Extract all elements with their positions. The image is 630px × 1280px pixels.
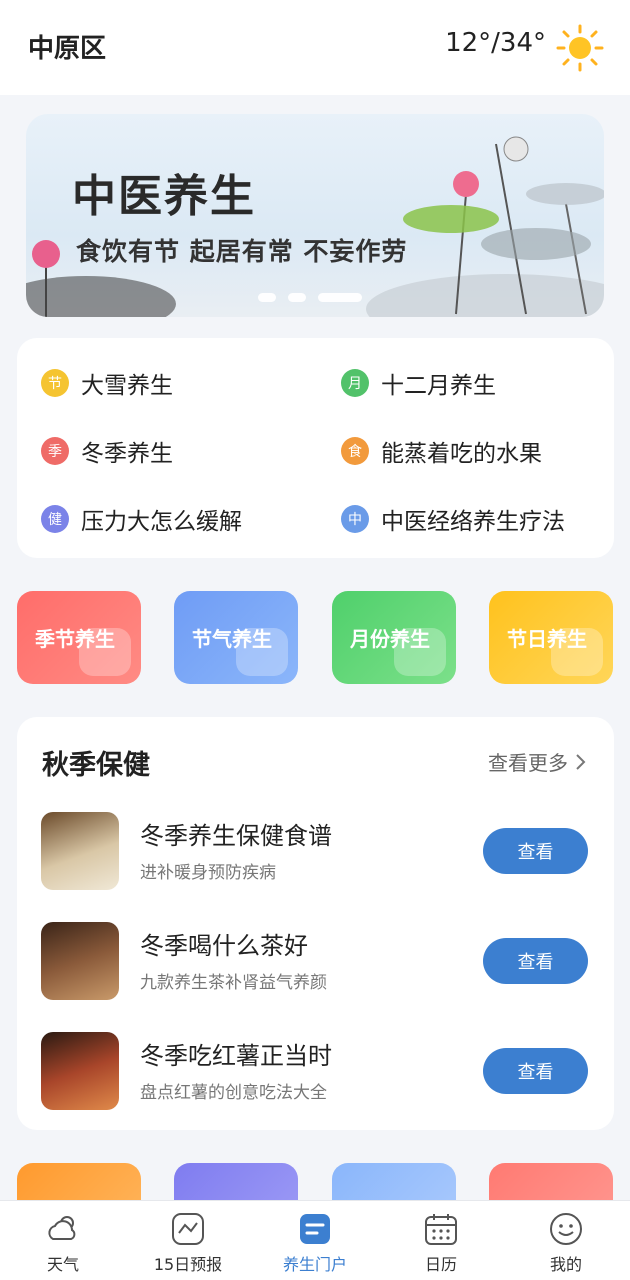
trend-chart-icon [172, 1213, 204, 1245]
header-bar: 中原区 12°/34° [0, 0, 630, 95]
view-button[interactable]: 查看 [483, 1048, 588, 1094]
tab-label: 15日预报 [153, 1255, 223, 1274]
topic-link[interactable]: 健 压力大怎么缓解 [41, 502, 242, 536]
smiley-icon [550, 1213, 582, 1245]
topic-link[interactable]: 月 十二月养生 [341, 366, 496, 400]
tab-label: 我的 [549, 1255, 582, 1274]
topic-badge-icon: 节 [41, 369, 69, 397]
carousel-dot[interactable] [258, 293, 276, 302]
tab-calendar[interactable]: 日历 [391, 1211, 491, 1275]
view-more-link[interactable]: 查看更多 [488, 747, 588, 776]
section-title: 秋季保健 [42, 750, 150, 781]
topic-label: 压力大怎么缓解 [81, 509, 242, 535]
tab-label: 养生门户 [282, 1255, 347, 1274]
category-card-season[interactable]: 季节养生 [17, 591, 141, 684]
sweet-potato-thumbnail [41, 1032, 119, 1110]
health-section-card: 秋季保健 查看更多 冬季养生保健食谱 进补暖身预防疾病 查看 冬季喝什么茶好 九… [17, 717, 614, 1130]
tab-label: 天气 [46, 1255, 79, 1274]
tea-thumbnail [41, 922, 119, 1000]
view-more-label: 查看更多 [488, 751, 568, 775]
category-card-holiday[interactable]: 节日养生 [489, 591, 613, 684]
category-label: 节日养生 [507, 627, 587, 651]
topic-badge-icon: 健 [41, 505, 69, 533]
banner-subtitle: 食饮有节 起居有常 不妄作劳 [76, 237, 408, 266]
view-button[interactable]: 查看 [483, 938, 588, 984]
topic-badge-icon: 季 [41, 437, 69, 465]
item-desc: 进补暖身预防疾病 [140, 863, 276, 883]
topic-label: 能蒸着吃的水果 [381, 441, 542, 467]
topic-link[interactable]: 季 冬季养生 [41, 434, 173, 468]
topic-label: 大雪养生 [81, 373, 173, 399]
cloud-sun-icon [48, 1216, 76, 1240]
category-label: 月份养生 [350, 627, 430, 651]
banner-title: 中医养生 [72, 171, 256, 222]
recipe-thumbnail [41, 812, 119, 890]
calendar-icon [425, 1214, 457, 1245]
topic-badge-icon: 月 [341, 369, 369, 397]
topic-link[interactable]: 食 能蒸着吃的水果 [341, 434, 542, 468]
tab-label: 日历 [424, 1255, 457, 1274]
sun-icon [556, 24, 604, 72]
item-desc: 盘点红薯的创意吃法大全 [140, 1083, 327, 1103]
topic-link[interactable]: 中 中医经络养生疗法 [341, 502, 565, 536]
view-button[interactable]: 查看 [483, 828, 588, 874]
carousel-dot-active[interactable] [318, 293, 362, 302]
topic-label: 冬季养生 [81, 441, 173, 467]
temperature-label: 12°/34° [445, 28, 546, 58]
banner-carousel[interactable]: 中医养生 食饮有节 起居有常 不妄作劳 [26, 114, 604, 317]
list-item[interactable]: 冬季吃红薯正当时 盘点红薯的创意吃法大全 查看 [41, 1032, 591, 1112]
category-card-month[interactable]: 月份养生 [332, 591, 456, 684]
topic-label: 十二月养生 [381, 373, 496, 399]
category-label: 季节养生 [35, 627, 115, 651]
bottom-tab-bar: 天气 15日预报 养生门户 日历 我的 [0, 1200, 630, 1280]
carousel-indicator[interactable] [258, 293, 362, 302]
tab-mine[interactable]: 我的 [516, 1211, 616, 1275]
category-card-solar-term[interactable]: 节气养生 [174, 591, 298, 684]
chevron-right-icon [576, 753, 586, 770]
item-desc: 九款养生茶补肾益气养颜 [140, 973, 327, 993]
category-label: 节气养生 [192, 627, 272, 651]
tab-15day[interactable]: 15日预报 [138, 1211, 238, 1275]
topic-links-card: 节 大雪养生 月 十二月养生 季 冬季养生 食 能蒸着吃的水果 健 压力大怎么缓… [17, 338, 614, 558]
list-item[interactable]: 冬季养生保健食谱 进补暖身预防疾病 查看 [41, 812, 591, 892]
tab-health-portal[interactable]: 养生门户 [265, 1211, 365, 1275]
list-item[interactable]: 冬季喝什么茶好 九款养生茶补肾益气养颜 查看 [41, 922, 591, 1002]
location-label[interactable]: 中原区 [28, 28, 106, 65]
item-title: 冬季养生保健食谱 [140, 822, 332, 850]
topic-badge-icon: 食 [341, 437, 369, 465]
topic-link[interactable]: 节 大雪养生 [41, 366, 173, 400]
item-title: 冬季喝什么茶好 [140, 932, 308, 960]
document-icon [300, 1214, 330, 1244]
topic-badge-icon: 中 [341, 505, 369, 533]
tab-weather[interactable]: 天气 [13, 1211, 113, 1275]
carousel-dot[interactable] [288, 293, 306, 302]
topic-label: 中医经络养生疗法 [381, 509, 565, 535]
item-title: 冬季吃红薯正当时 [140, 1042, 332, 1070]
